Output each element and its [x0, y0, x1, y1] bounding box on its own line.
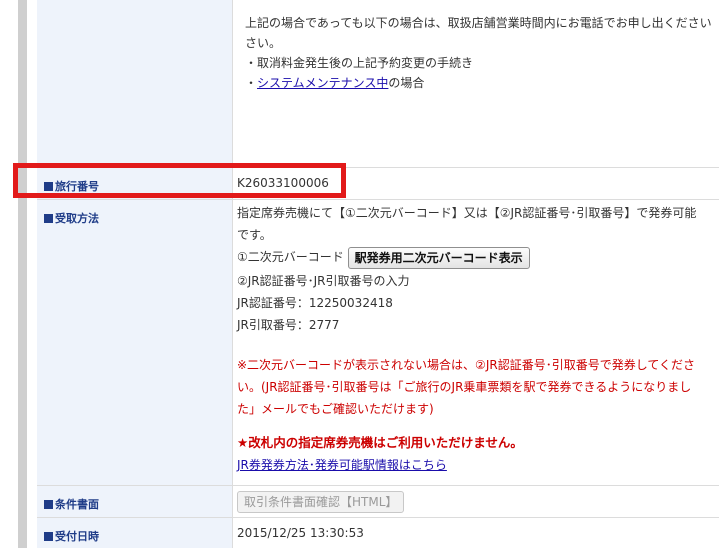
warning-line-1: ※二次元バーコードが表示されない場合は、②JR認証番号･引取番号で発券してくださ — [237, 358, 695, 372]
warning-line-3: た」メールでもご確認いただけます) — [237, 402, 434, 416]
receipt-line-2: です。 — [237, 228, 272, 242]
receipt-method-value-cell: 指定席券売機にて【①二次元バーコード】又は【②JR認証番号･引取番号】で発券可能… — [233, 200, 719, 485]
travel-number-label-text: 旅行番号 — [55, 180, 99, 193]
received-date-label: 受付日時 — [44, 528, 99, 544]
jr-ticket-info-link[interactable]: JR券発券方法･発券可能駅情報はこちら — [237, 458, 447, 472]
receipt-line-1: 指定席券売機にて【①二次元バーコード】又は【②JR認証番号･引取番号】で発券可能 — [237, 206, 697, 220]
receipt-method-label-cell: 受取方法 — [37, 200, 233, 485]
square-bullet-icon — [44, 214, 53, 223]
notice-value-cell: 上記の場合であっても以下の場合は、取扱店舗営業時間内にお電話でお申し出ください … — [233, 0, 719, 167]
left-sidebar — [0, 0, 31, 548]
jr-input-line: ②JR認証番号･JR引取番号の入力 — [237, 274, 410, 288]
receipt-method-label: 受取方法 — [44, 210, 99, 226]
received-date-label-cell: 受付日時 — [37, 518, 233, 548]
travel-number-value: K26033100006 — [237, 176, 329, 190]
received-date-row: 受付日時 2015/12/25 13:30:53 — [37, 518, 719, 548]
receipt-method-row: 受取方法 指定席券売機にて【①二次元バーコード】又は【②JR認証番号･引取番号】… — [37, 200, 719, 486]
barcode-prefix: ①二次元バーコード — [237, 250, 344, 264]
notice-line-2: さい。 — [245, 36, 282, 50]
conditions-label-text: 条件書面 — [55, 498, 99, 511]
received-date-label-text: 受付日時 — [55, 530, 99, 543]
travel-number-value-cell: K26033100006 — [233, 168, 719, 199]
travel-number-label: 旅行番号 — [44, 178, 99, 194]
notice-label-cell — [37, 0, 233, 167]
square-bullet-icon — [44, 532, 53, 541]
maintenance-suffix: の場合 — [388, 76, 425, 90]
travel-number-row: 旅行番号 K26033100006 — [37, 168, 719, 200]
square-bullet-icon — [44, 182, 53, 191]
travel-number-label-cell: 旅行番号 — [37, 168, 233, 199]
system-maintenance-link[interactable]: システムメンテナンス中 — [257, 76, 388, 90]
conditions-row: 条件書面 取引条件書面確認【HTML】 — [37, 486, 719, 518]
notice-line-3: ・取消料金発生後の上記予約変更の手続き — [245, 56, 474, 70]
jr-pickup-number: JR引取番号：2777 — [237, 318, 340, 332]
received-date-value-cell: 2015/12/25 13:30:53 — [233, 518, 719, 548]
notice-line-4: ・システムメンテナンス中の場合 — [245, 72, 715, 94]
sidebar-stripe — [18, 0, 27, 548]
square-bullet-icon — [44, 500, 53, 509]
conditions-value-cell: 取引条件書面確認【HTML】 — [233, 486, 719, 517]
show-barcode-button[interactable]: 駅発券用二次元バーコード表示 — [347, 246, 530, 269]
warning-line-2: い。(JR認証番号･引取番号は「ご旅行のJR乗車票類を駅で発券できるようになりま… — [237, 380, 692, 394]
receipt-method-label-text: 受取方法 — [55, 212, 99, 225]
conditions-label: 条件書面 — [44, 496, 99, 512]
jr-auth-number: JR認証番号：12250032418 — [237, 296, 393, 310]
barcode-line: ①二次元バーコード 駅発券用二次元バーコード表示 — [237, 246, 717, 270]
received-date-value: 2015/12/25 13:30:53 — [237, 526, 364, 540]
caution-text: ★改札内の指定席券売機はご利用いただけません。 — [237, 435, 523, 450]
reservation-detail-table: 上記の場合であっても以下の場合は、取扱店舗営業時間内にお電話でお申し出ください … — [37, 0, 719, 548]
notice-row: 上記の場合であっても以下の場合は、取扱店舗営業時間内にお電話でお申し出ください … — [37, 0, 719, 168]
conditions-document-button[interactable]: 取引条件書面確認【HTML】 — [237, 491, 405, 513]
notice-line-1: 上記の場合であっても以下の場合は、取扱店舗営業時間内にお電話でお申し出ください — [245, 16, 712, 30]
conditions-label-cell: 条件書面 — [37, 486, 233, 517]
maintenance-prefix: ・ — [245, 76, 258, 90]
